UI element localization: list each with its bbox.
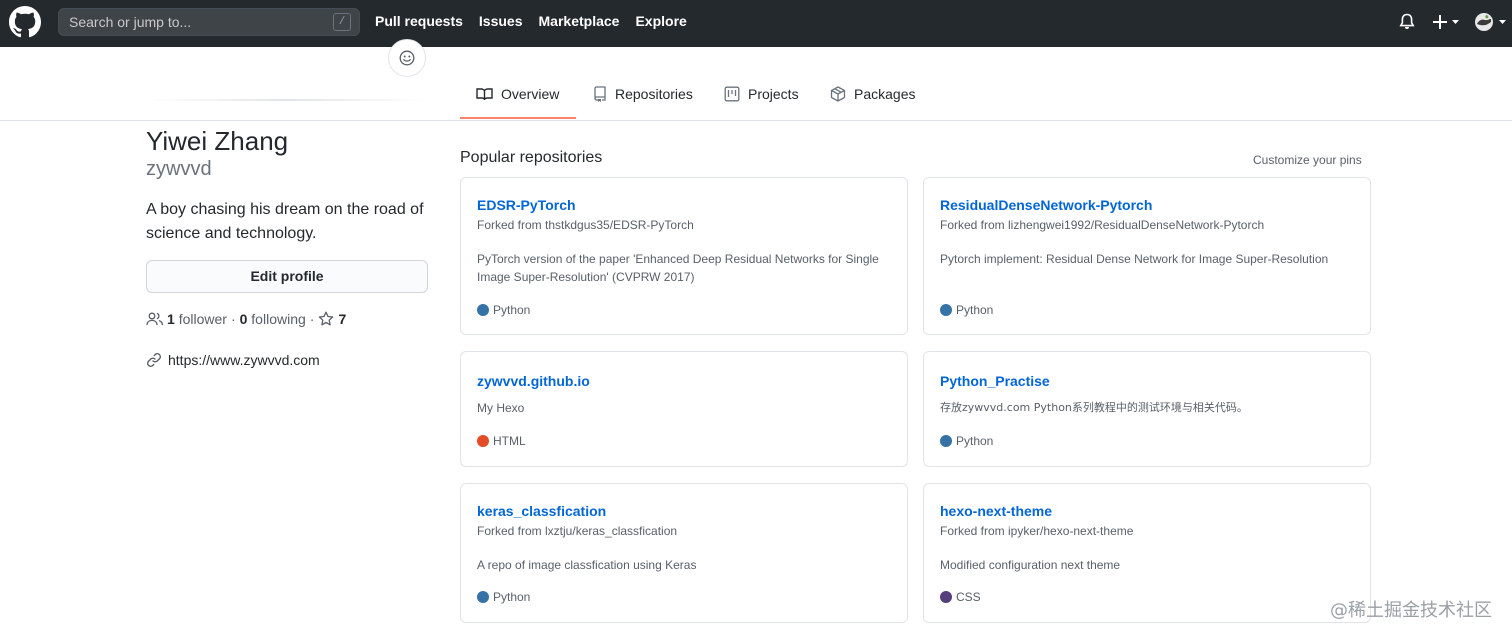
repo-description: 存放zywvvd.com Python系列教程中的测试环境与相关代码。 [940, 401, 1248, 414]
search-input[interactable] [69, 14, 319, 30]
repo-language: Python [940, 434, 993, 448]
followers-label[interactable]: follower [179, 311, 227, 327]
repo-description: A repo of image classfication using Kera… [477, 558, 697, 572]
book-icon [476, 88, 493, 101]
stats-separator: · [230, 311, 236, 327]
tab-overview-label: Overview [501, 86, 560, 102]
repo-fork-source: Forked from ipyker/hexo-next-theme [940, 524, 1134, 538]
stars-count[interactable]: 7 [338, 311, 346, 327]
profile-full-name: Yiwei Zhang [146, 126, 289, 156]
repo-language: Python [477, 303, 530, 317]
repo-description: PyTorch version of the paper 'Enhanced D… [477, 252, 879, 284]
repo-name-link[interactable]: zywvvd.github.io [477, 373, 590, 389]
people-icon [146, 312, 164, 326]
top-header: / Pull requests Issues Marketplace Explo… [0, 0, 1512, 47]
package-icon [830, 86, 846, 102]
repo-name-link[interactable]: keras_classfication [477, 503, 606, 519]
avatar-icon [1475, 13, 1506, 31]
repo-name-link[interactable]: Python_Practise [940, 373, 1050, 389]
create-new-menu[interactable] [1432, 13, 1460, 36]
set-status-button[interactable] [388, 39, 426, 77]
repo-language: Python [477, 590, 530, 604]
repo-card: EDSR-PyTorch Forked from thstkdgus35/EDS… [460, 177, 908, 335]
repo-language: CSS [940, 590, 981, 604]
following-label[interactable]: following [251, 311, 305, 327]
repo-name-link[interactable]: ResidualDenseNetwork-Pytorch [940, 197, 1152, 213]
repo-icon [594, 86, 606, 102]
sidebar-divider [146, 99, 426, 101]
language-label: Python [956, 434, 994, 448]
global-nav: Pull requests Issues Marketplace Explore [375, 13, 687, 29]
repo-fork-source: Forked from thstkdgus35/EDSR-PyTorch [477, 218, 694, 232]
language-color-dot [477, 435, 489, 447]
customize-pins-link[interactable]: Customize your pins [1253, 153, 1362, 167]
language-label: Python [493, 303, 531, 317]
language-color-dot [477, 591, 489, 603]
language-label: CSS [956, 590, 981, 604]
repo-card: zywvvd.github.io My Hexo HTML [460, 351, 908, 467]
tabs-divider [0, 120, 1512, 121]
profile-bio: A boy chasing his dream on the road of s… [146, 201, 424, 242]
github-logo-icon[interactable] [9, 6, 41, 38]
selected-tab-indicator [460, 117, 576, 119]
repo-name-link[interactable]: EDSR-PyTorch [477, 197, 576, 213]
profile-stats: 1 follower · 0 following · 7 [146, 311, 346, 327]
language-color-dot [940, 591, 952, 603]
project-icon [724, 86, 740, 102]
repo-language: HTML [477, 434, 526, 448]
nav-explore[interactable]: Explore [635, 13, 686, 29]
language-label: Python [493, 590, 531, 604]
search-box[interactable]: / [58, 8, 360, 36]
watermark: @稀土掘金技术社区 [1330, 600, 1492, 621]
bell-icon[interactable] [1399, 13, 1415, 31]
repo-fork-source: Forked from lizhengwei1992/ResidualDense… [940, 218, 1265, 232]
repo-card: Python_Practise 存放zywvvd.com Python系列教程中… [923, 351, 1371, 467]
star-icon[interactable] [318, 311, 334, 327]
language-color-dot [940, 304, 952, 316]
repo-card: keras_classfication Forked from lxztju/k… [460, 483, 908, 623]
search-shortcut-hint: / [333, 13, 351, 31]
language-color-dot [477, 304, 489, 316]
repo-description: Pytorch implement: Residual Dense Networ… [940, 252, 1329, 266]
nav-pull-requests[interactable]: Pull requests [375, 13, 463, 29]
language-color-dot [940, 435, 952, 447]
stats-separator: · [309, 311, 315, 327]
language-label: HTML [493, 434, 526, 448]
repo-fork-source: Forked from lxztju/keras_classfication [477, 524, 678, 538]
link-icon [147, 353, 161, 367]
repo-name-link[interactable]: hexo-next-theme [940, 503, 1052, 519]
tab-repositories[interactable]: Repositories [593, 86, 693, 120]
followers-count[interactable]: 1 [167, 311, 175, 327]
user-menu[interactable] [1474, 12, 1508, 37]
tab-overview[interactable]: Overview [476, 86, 559, 120]
profile-username: zywvvd [146, 158, 212, 180]
repo-language: Python [940, 303, 993, 317]
tab-projects-label: Projects [748, 86, 799, 102]
tab-packages-label: Packages [854, 86, 916, 102]
popular-repos-title: Popular repositories [460, 149, 603, 166]
tab-packages[interactable]: Packages [830, 86, 915, 120]
edit-profile-button[interactable]: Edit profile [146, 260, 428, 293]
tab-repositories-label: Repositories [615, 86, 693, 102]
repo-card: ResidualDenseNetwork-Pytorch Forked from… [923, 177, 1371, 335]
profile-website[interactable]: https://www.zywvvd.com [146, 352, 320, 368]
repo-card: hexo-next-theme Forked from ipyker/hexo-… [923, 483, 1371, 623]
language-label: Python [956, 303, 994, 317]
tab-projects[interactable]: Projects [724, 86, 799, 120]
nav-issues[interactable]: Issues [479, 13, 523, 29]
smiley-icon [399, 50, 415, 66]
nav-marketplace[interactable]: Marketplace [539, 13, 620, 29]
plus-icon [1433, 15, 1459, 29]
repo-description: My Hexo [477, 401, 525, 415]
website-link[interactable]: https://www.zywvvd.com [168, 352, 320, 368]
following-count[interactable]: 0 [240, 311, 248, 327]
repo-description: Modified configuration next theme [940, 558, 1121, 572]
